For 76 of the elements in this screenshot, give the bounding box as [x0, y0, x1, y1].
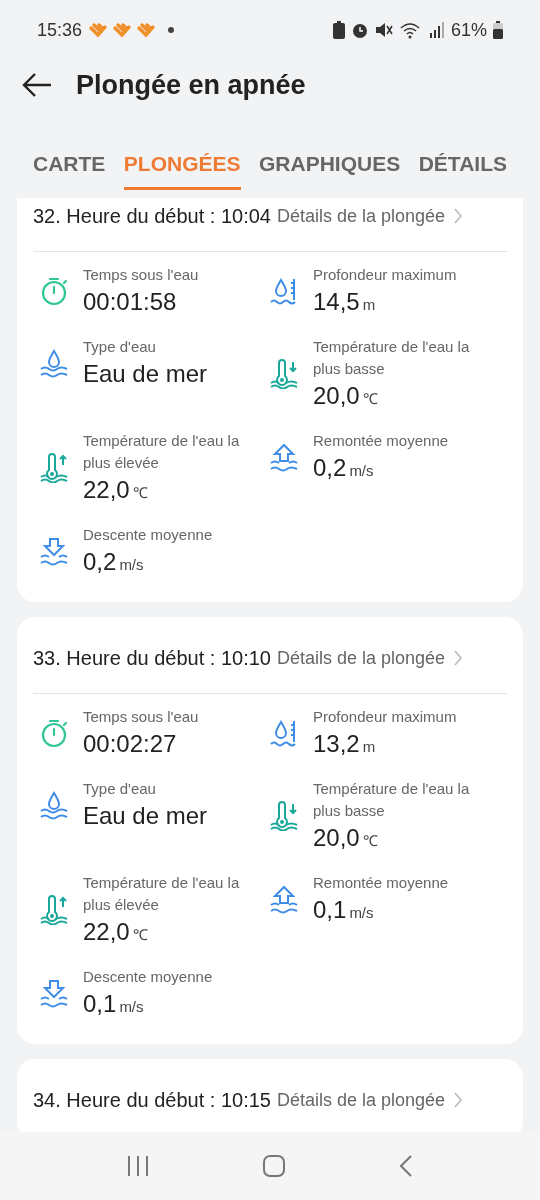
stopwatch-icon [39, 718, 69, 748]
back-arrow-icon[interactable] [22, 72, 52, 98]
stopwatch-icon [39, 276, 69, 306]
stat-unit: ℃ [362, 831, 378, 851]
depth-gauge-icon [269, 718, 299, 748]
stat-label: Temps sous l'eau [83, 707, 199, 727]
chevron-right-icon [453, 207, 464, 225]
stat-value: 14,5 [313, 287, 360, 317]
tab[interactable]: CARTE [33, 148, 106, 190]
stat-value: 20,0 [313, 823, 360, 853]
stat-unit: m/s [119, 997, 144, 1017]
arrow-up-waves-icon [269, 884, 299, 914]
depth-gauge-icon [269, 276, 299, 306]
battery-icon [493, 21, 503, 39]
thermometer-up-icon [39, 895, 69, 925]
stat-label: Type d'eau [83, 337, 157, 357]
stat-label: Descente moyenne [83, 967, 213, 987]
stat-value: 0,1 [83, 989, 117, 1019]
stat-label: Température de l'eau la plus élevée [83, 873, 241, 915]
battery-saver-icon [332, 21, 345, 39]
stat-value: Eau de mer [83, 801, 208, 831]
stat-value: 13,2 [313, 729, 360, 759]
stat-unit: m/s [349, 461, 374, 481]
stat-value: 00:02:27 [83, 729, 177, 759]
stat-label: Remontée moyenne [313, 873, 449, 893]
arrow-up-waves-icon [269, 442, 299, 472]
stat-unit: m [362, 737, 376, 757]
status-time: 15:36 [37, 18, 83, 42]
stat-value: 0,2 [83, 547, 117, 577]
dive-start-time: 32. Heure du début : 10:04 [33, 204, 271, 229]
stat-unit: ℃ [132, 925, 148, 945]
dive-start-time: 33. Heure du début : 10:10 [33, 646, 271, 671]
stat-unit: m [362, 295, 376, 315]
tab[interactable]: GRAPHIQUES [259, 148, 401, 190]
arrow-down-waves-icon [39, 978, 69, 1008]
dive-details-link[interactable]: Détails de la plongée [276, 1086, 446, 1114]
stat-label: Profondeur maximum [313, 265, 457, 285]
stat-value: 0,2 [313, 453, 347, 483]
chevron-right-icon [453, 649, 464, 667]
dive-details-link[interactable]: Détails de la plongée [276, 644, 446, 672]
battery-percent: 61% [450, 18, 487, 42]
stat-label: Profondeur maximum [313, 707, 457, 727]
stat-value: 00:01:58 [83, 287, 177, 317]
stat-value: 0,1 [313, 895, 347, 925]
home-icon[interactable] [262, 1154, 286, 1178]
page-title: Plongée en apnée [76, 68, 306, 102]
stat-label: Temps sous l'eau [83, 265, 199, 285]
thermometer-down-icon [269, 359, 299, 389]
stat-unit: m/s [119, 555, 144, 575]
stat-label: Température de l'eau la plus élevée [83, 431, 241, 473]
signal-icon [428, 21, 445, 39]
alarm-icon [350, 21, 369, 39]
stat-value: 22,0 [83, 917, 130, 947]
stat-label: Température de l'eau la plus basse [313, 779, 471, 821]
stat-value: 22,0 [83, 475, 130, 505]
thermometer-down-icon [269, 801, 299, 831]
arrow-down-waves-icon [39, 536, 69, 566]
dive-start-time: 34. Heure du début : 10:15 [33, 1088, 271, 1113]
stat-label: Remontée moyenne [313, 431, 449, 451]
thermometer-up-icon [39, 453, 69, 483]
stat-unit: m/s [349, 903, 374, 923]
stat-label: Descente moyenne [83, 525, 213, 545]
stat-value: 20,0 [313, 381, 360, 411]
recent-apps-icon[interactable] [126, 1154, 150, 1178]
chevron-right-icon [453, 1091, 464, 1109]
tab[interactable]: DÉTAILS [418, 148, 507, 190]
dive-details-link[interactable]: Détails de la plongée [276, 202, 446, 230]
stat-value: Eau de mer [83, 359, 208, 389]
water-drop-icon [39, 790, 69, 820]
mute-icon [374, 21, 393, 39]
stat-unit: ℃ [362, 389, 378, 409]
stat-unit: ℃ [132, 483, 148, 503]
stat-label: Type d'eau [83, 779, 157, 799]
water-drop-icon [39, 348, 69, 378]
back-icon[interactable] [398, 1154, 414, 1178]
stat-label: Température de l'eau la plus basse [313, 337, 471, 379]
